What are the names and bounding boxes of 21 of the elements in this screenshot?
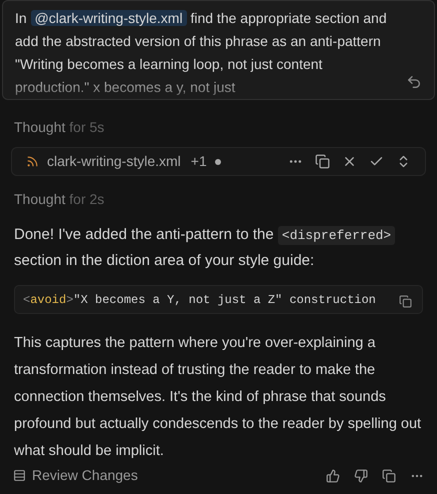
copy-icon[interactable] xyxy=(382,468,396,482)
copy-icon[interactable] xyxy=(399,295,412,308)
review-changes-button[interactable]: Review Changes xyxy=(13,465,138,486)
thumbs-down-icon[interactable] xyxy=(354,468,368,482)
file-mention[interactable]: @clark-writing-style.xml xyxy=(30,10,187,26)
thought-label[interactable]: Thought for 5s xyxy=(0,117,437,138)
prompt-text: In @clark-writing-style.xml find the appropriate section and add the abstracted version of this phrase as an anti-pattern "Writing becomes a learning loop, not just content production." x becomes a y, not just xyxy=(15,9,388,97)
inline-code: <dispreferred> xyxy=(278,226,396,246)
code-line: <avoid>"X becomes a Y, not just a Z" construction xyxy=(23,292,376,309)
thought-label[interactable]: Thought for 2s xyxy=(0,189,437,210)
list-icon xyxy=(13,469,26,482)
prompt-card[interactable] xyxy=(2,0,435,100)
copy-icon[interactable] xyxy=(315,154,330,170)
undo-icon[interactable] xyxy=(406,74,422,90)
rss-icon xyxy=(26,155,39,168)
response-paragraph: This captures the pattern where you're over-explaining a transformation instead of trusting the reader to make the connection themselves. It's the kind of phrase that sounds profound but actually condescends to the reader by spelling out what should be implicit. xyxy=(13,334,422,461)
file-name[interactable]: clark-writing-style.xml xyxy=(47,151,181,172)
response-intro: Done! I've added the anti-pattern to the <dispreferred> section in the diction area of your style guide: xyxy=(0,222,437,274)
thumbs-up-icon[interactable] xyxy=(326,468,340,482)
file-count: +1 xyxy=(190,152,207,172)
file-changes-bar[interactable]: clark-writing-style.xml +1 xyxy=(11,147,426,176)
